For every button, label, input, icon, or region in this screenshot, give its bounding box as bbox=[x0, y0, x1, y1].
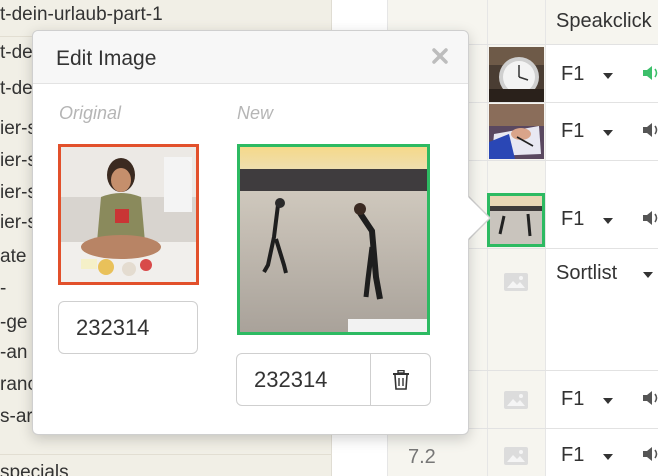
row-select-label[interactable]: F1 bbox=[561, 208, 584, 231]
chevron-down-icon[interactable] bbox=[603, 130, 613, 136]
popover-header: Edit Image bbox=[33, 31, 468, 84]
row-select-label[interactable]: F1 bbox=[561, 63, 584, 86]
image-placeholder-icon[interactable] bbox=[503, 446, 529, 466]
row-select-label[interactable]: Sortlist bbox=[556, 262, 617, 285]
speaker-icon[interactable] bbox=[642, 209, 658, 227]
chevron-down-icon[interactable] bbox=[603, 73, 613, 79]
chevron-down-icon[interactable] bbox=[603, 454, 613, 460]
title-row[interactable]: specials bbox=[0, 462, 332, 476]
new-image bbox=[237, 144, 430, 335]
row-number: 7.2 bbox=[408, 446, 436, 468]
delete-image-button[interactable] bbox=[370, 353, 431, 406]
close-icon[interactable] bbox=[429, 45, 451, 67]
image-placeholder-icon[interactable] bbox=[503, 272, 529, 292]
speaker-green-icon[interactable] bbox=[642, 64, 658, 82]
image-placeholder-icon[interactable] bbox=[503, 390, 529, 410]
thumbnail-ice-selected[interactable] bbox=[487, 193, 545, 247]
chevron-down-icon[interactable] bbox=[603, 218, 613, 224]
chevron-down-icon[interactable] bbox=[603, 398, 613, 404]
new-image-id-input[interactable] bbox=[236, 353, 371, 406]
row-divider bbox=[0, 454, 332, 455]
row-select-label[interactable]: F1 bbox=[561, 120, 584, 143]
title-row[interactable]: t-dein-urlaub-part-1 bbox=[0, 4, 332, 26]
header-select-label[interactable]: Speakclick bbox=[556, 10, 652, 33]
speaker-icon[interactable] bbox=[642, 389, 658, 407]
original-image bbox=[58, 144, 199, 285]
popover-title: Edit Image bbox=[56, 47, 157, 70]
trash-icon bbox=[393, 370, 409, 390]
thumbnail-watch[interactable] bbox=[489, 47, 544, 102]
original-label: Original bbox=[59, 103, 122, 123]
speaker-icon[interactable] bbox=[642, 121, 658, 139]
original-image-id-input[interactable] bbox=[58, 301, 198, 354]
row-select-label[interactable]: F1 bbox=[561, 444, 584, 467]
edit-image-popover: Edit Image Original New bbox=[32, 30, 469, 435]
new-label: New bbox=[237, 103, 274, 123]
thumbnail-writing[interactable] bbox=[489, 104, 544, 159]
popover-arrow bbox=[466, 195, 489, 241]
speaker-icon[interactable] bbox=[642, 445, 658, 463]
row-select-label[interactable]: F1 bbox=[561, 388, 584, 411]
chevron-down-icon[interactable] bbox=[643, 272, 653, 278]
